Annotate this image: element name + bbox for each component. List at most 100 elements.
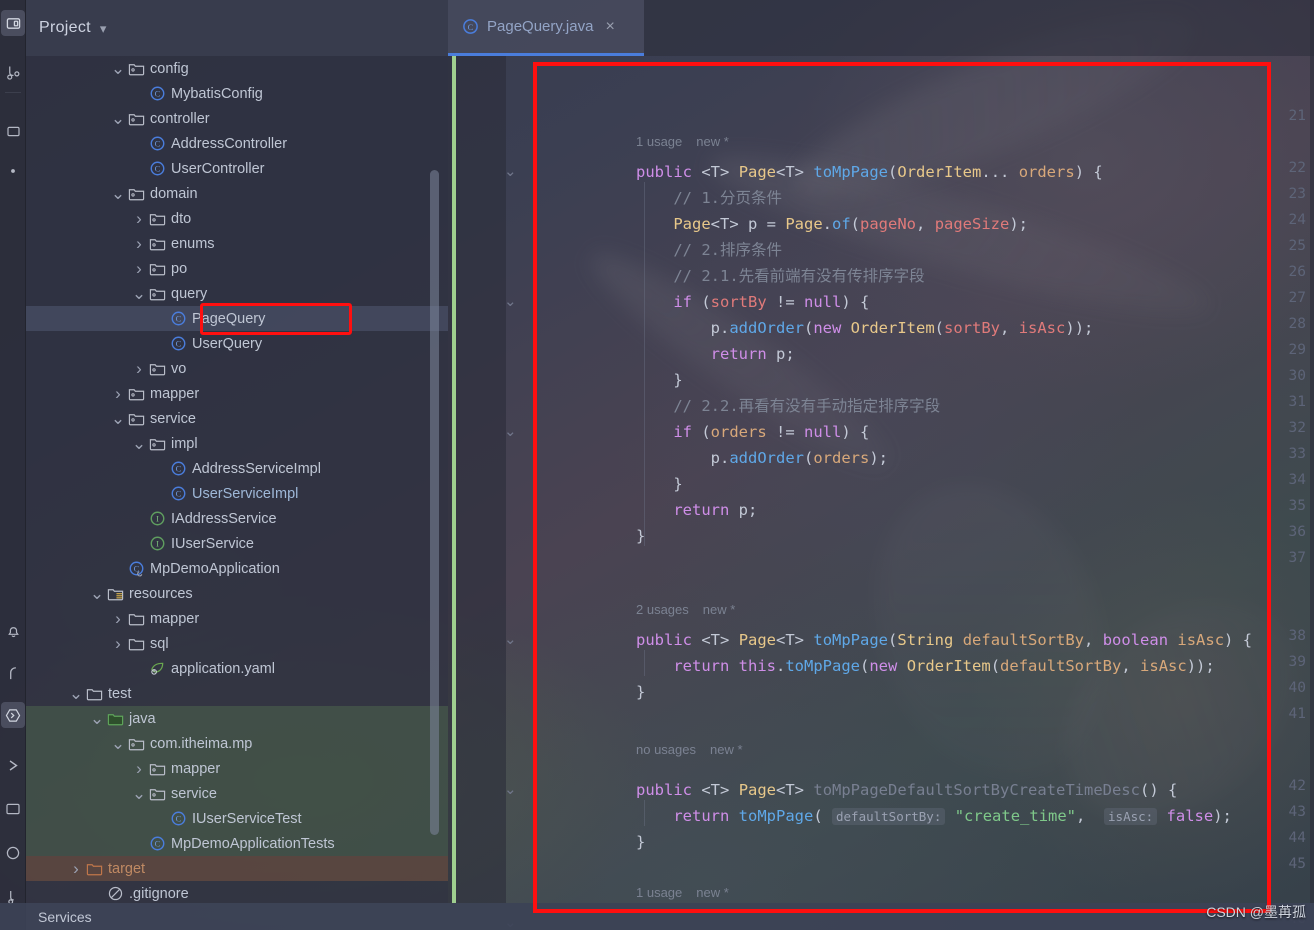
tree-item-.gitignore[interactable]: .gitignore [26,881,448,903]
tree-item-mpdemoapplication[interactable]: C MpDemoApplication [26,556,448,581]
code-line[interactable]: } [506,472,1314,497]
project-tree-scrollbar[interactable] [430,170,439,835]
code-line[interactable]: // 1.分页条件 [506,186,1314,211]
chevron-down-icon[interactable]: ⌄ [68,685,84,702]
code-content[interactable]: 1 usage new * public <T> Page<T> toMpPage(… [506,56,1314,903]
tree-item-userquery[interactable]: C UserQuery [26,331,448,356]
chevron-down-icon[interactable]: ⌄ [89,710,105,727]
chevron-right-icon[interactable]: › [131,234,147,254]
chevron-right-icon[interactable]: › [110,634,126,654]
sidebar-item-bookmarks[interactable] [1,158,25,184]
tree-item-mapper[interactable]: › mapper [26,381,448,406]
tree-item-sql[interactable]: › sql [26,631,448,656]
chevron-down-icon[interactable]: ⌄ [131,285,147,302]
sidebar-item-ai-assistant[interactable] [1,840,25,866]
code-line[interactable]: public <T> Page<T> toMpPage(OrderItem...… [506,160,1314,185]
chevron-down-icon[interactable]: ⌄ [89,585,105,602]
chevron-down-icon[interactable]: ⌄ [110,735,126,752]
code-line[interactable]: } [506,368,1314,393]
tree-item-dto[interactable]: › dto [26,206,448,231]
chevron-down-icon[interactable]: ⌄ [131,785,147,802]
tree-item-pagequery[interactable]: C PageQuery [26,306,448,331]
tree-item-config[interactable]: ⌄ config [26,56,448,81]
tree-item-mapper[interactable]: › mapper [26,756,448,781]
tree-item-mapper[interactable]: › mapper [26,606,448,631]
chevron-down-icon[interactable]: ⌄ [110,185,126,202]
code-line[interactable]: } [506,524,1314,549]
code-line[interactable]: } [506,680,1314,705]
status-bar: Services [0,903,1314,930]
inlay-usage-hint[interactable]: 2 usages new * [636,602,735,617]
tree-item-impl[interactable]: ⌄ impl [26,431,448,456]
sidebar-item-problems[interactable] [1,660,25,686]
chevron-down-icon[interactable]: ⌄ [110,110,126,127]
status-bar-services-label[interactable]: Services [38,909,92,925]
tree-item-addressserviceimpl[interactable]: C AddressServiceImpl [26,456,448,481]
tree-item-application.yaml[interactable]: application.yaml [26,656,448,681]
tree-item-resources[interactable]: ⌄ resources [26,581,448,606]
tree-item-service[interactable]: ⌄ service [26,406,448,431]
inlay-usage-hint[interactable]: 1 usage new * [636,885,729,900]
tree-item-target[interactable]: › target [26,856,448,881]
code-line[interactable]: p.addOrder(orders); [506,446,1314,471]
tree-item-mybatisconfig[interactable]: C MybatisConfig [26,81,448,106]
code-token: isAsc [1018,319,1066,337]
chevron-right-icon[interactable]: › [131,759,147,779]
code-line[interactable]: if (orders != null) { [506,420,1314,445]
tree-item-mpdemoapplicationtests[interactable]: C MpDemoApplicationTests [26,831,448,856]
tree-item-addresscontroller[interactable]: C AddressController [26,131,448,156]
code-line[interactable]: Page<T> p = Page.of(pageNo, pageSize); [506,212,1314,237]
code-line[interactable]: // 2.排序条件 [506,238,1314,263]
code-line[interactable]: // 2.1.先看前端有没有传排序字段 [506,264,1314,289]
sidebar-item-commit[interactable] [1,60,25,86]
tree-item-com.itheima.mp[interactable]: ⌄ com.itheima.mp [26,731,448,756]
tree-item-enums[interactable]: › enums [26,231,448,256]
tab-pagequery-java[interactable]: C PageQuery.java × [448,0,644,56]
sidebar-item-structure[interactable] [1,118,25,144]
tree-item-po[interactable]: › po [26,256,448,281]
chevron-right-icon[interactable]: › [131,209,147,229]
tree-item-domain[interactable]: ⌄ domain [26,181,448,206]
code-line[interactable]: p.addOrder(new OrderItem(sortBy, isAsc))… [506,316,1314,341]
chevron-down-icon[interactable]: ▾ [100,22,107,35]
tree-item-java[interactable]: ⌄ java [26,706,448,731]
sidebar-item-terminal[interactable] [1,796,25,822]
chevron-right-icon[interactable]: › [110,609,126,629]
chevron-down-icon[interactable]: ⌄ [110,60,126,77]
chevron-down-icon[interactable]: ⌄ [110,410,126,427]
tree-item-iuserservicetest[interactable]: C IUserServiceTest [26,806,448,831]
code-line[interactable]: return p; [506,342,1314,367]
code-line[interactable]: public <T> Page<T> toMpPage(String defau… [506,628,1314,653]
code-line[interactable]: public <T> Page<T> toMpPageDefaultSortBy… [506,778,1314,803]
tree-item-controller[interactable]: ⌄ controller [26,106,448,131]
chevron-right-icon[interactable]: › [110,384,126,404]
editor-gutter[interactable] [448,56,506,903]
code-line[interactable]: return p; [506,498,1314,523]
code-line[interactable]: // 2.2.再看有没有手动指定排序字段 [506,394,1314,419]
tree-item-vo[interactable]: › vo [26,356,448,381]
chevron-down-icon[interactable]: ⌄ [131,435,147,452]
tree-item-iaddressservice[interactable]: I IAddressService [26,506,448,531]
sidebar-item-notifications[interactable] [1,618,25,644]
project-panel-header[interactable]: Project ▾ [26,0,448,56]
tree-item-query[interactable]: ⌄ query [26,281,448,306]
tree-item-test[interactable]: ⌄ test [26,681,448,706]
chevron-right-icon[interactable]: › [131,359,147,379]
tree-item-service[interactable]: ⌄ service [26,781,448,806]
tree-item-userserviceimpl[interactable]: C UserServiceImpl [26,481,448,506]
tree-item-iuserservice[interactable]: I IUserService [26,531,448,556]
code-line[interactable]: return this.toMpPage(new OrderItem(defau… [506,654,1314,679]
sidebar-item-run[interactable] [1,752,25,778]
code-line[interactable]: return toMpPage( defaultSortBy: "create_… [506,804,1314,829]
inlay-usage-hint[interactable]: no usages new * [636,742,743,757]
close-icon[interactable]: × [605,18,614,35]
chevron-right-icon[interactable]: › [131,259,147,279]
code-line[interactable]: } [506,830,1314,855]
code-line[interactable]: if (sortBy != null) { [506,290,1314,315]
sidebar-item-project[interactable] [1,10,25,36]
tree-item-usercontroller[interactable]: C UserController [26,156,448,181]
project-tree[interactable]: ⌄ config C MybatisConfig ⌄ controller C Address… [26,56,448,903]
chevron-right-icon[interactable]: › [68,859,84,879]
inlay-usage-hint[interactable]: 1 usage new * [636,134,729,149]
sidebar-item-services[interactable] [1,702,25,728]
